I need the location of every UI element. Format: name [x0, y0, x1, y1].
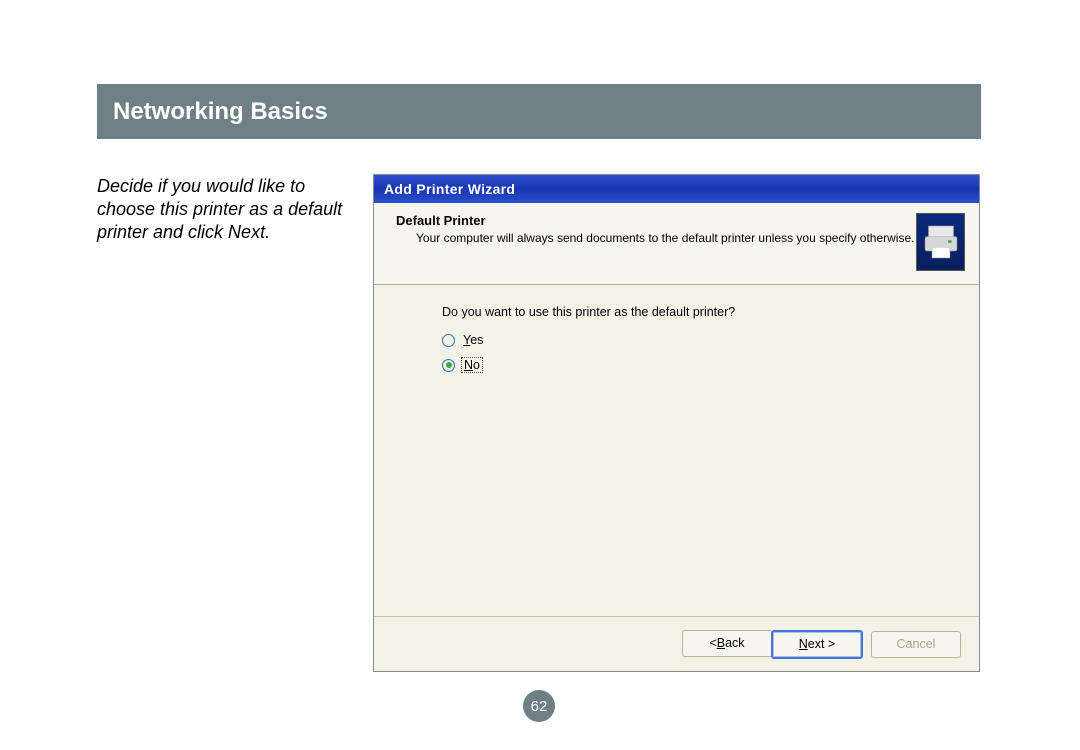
- back-next-button-group: < Back Next >: [682, 630, 863, 659]
- back-button[interactable]: < Back: [682, 630, 771, 657]
- printer-icon: [916, 213, 965, 271]
- section-header: Networking Basics: [97, 84, 981, 139]
- wizard-section-title: Default Printer: [396, 213, 916, 228]
- next-button[interactable]: Next >: [771, 630, 863, 659]
- wizard-footer: < Back Next > Cancel: [374, 616, 979, 671]
- wizard-header-text: Default Printer Your computer will alway…: [396, 211, 916, 276]
- radio-icon-selected: [442, 359, 455, 372]
- add-printer-wizard-window: Add Printer Wizard Default Printer Your …: [373, 174, 980, 672]
- radio-option-no[interactable]: No: [442, 357, 939, 373]
- wizard-question: Do you want to use this printer as the d…: [442, 305, 939, 319]
- wizard-title: Add Printer Wizard: [384, 181, 515, 197]
- radio-label-no: No: [461, 357, 483, 373]
- wizard-header: Default Printer Your computer will alway…: [374, 203, 979, 285]
- wizard-section-subtitle: Your computer will always send documents…: [416, 231, 916, 246]
- wizard-titlebar: Add Printer Wizard: [374, 175, 979, 203]
- radio-icon: [442, 334, 455, 347]
- page-number-badge: 62: [523, 690, 555, 722]
- page-number: 62: [531, 698, 548, 715]
- radio-option-yes[interactable]: Yes: [442, 333, 939, 347]
- wizard-body: Do you want to use this printer as the d…: [374, 285, 979, 616]
- cancel-button[interactable]: Cancel: [871, 631, 961, 658]
- radio-label-yes: Yes: [461, 333, 485, 347]
- instruction-text: Decide if you would like to choose this …: [97, 175, 367, 244]
- section-title: Networking Basics: [113, 98, 328, 126]
